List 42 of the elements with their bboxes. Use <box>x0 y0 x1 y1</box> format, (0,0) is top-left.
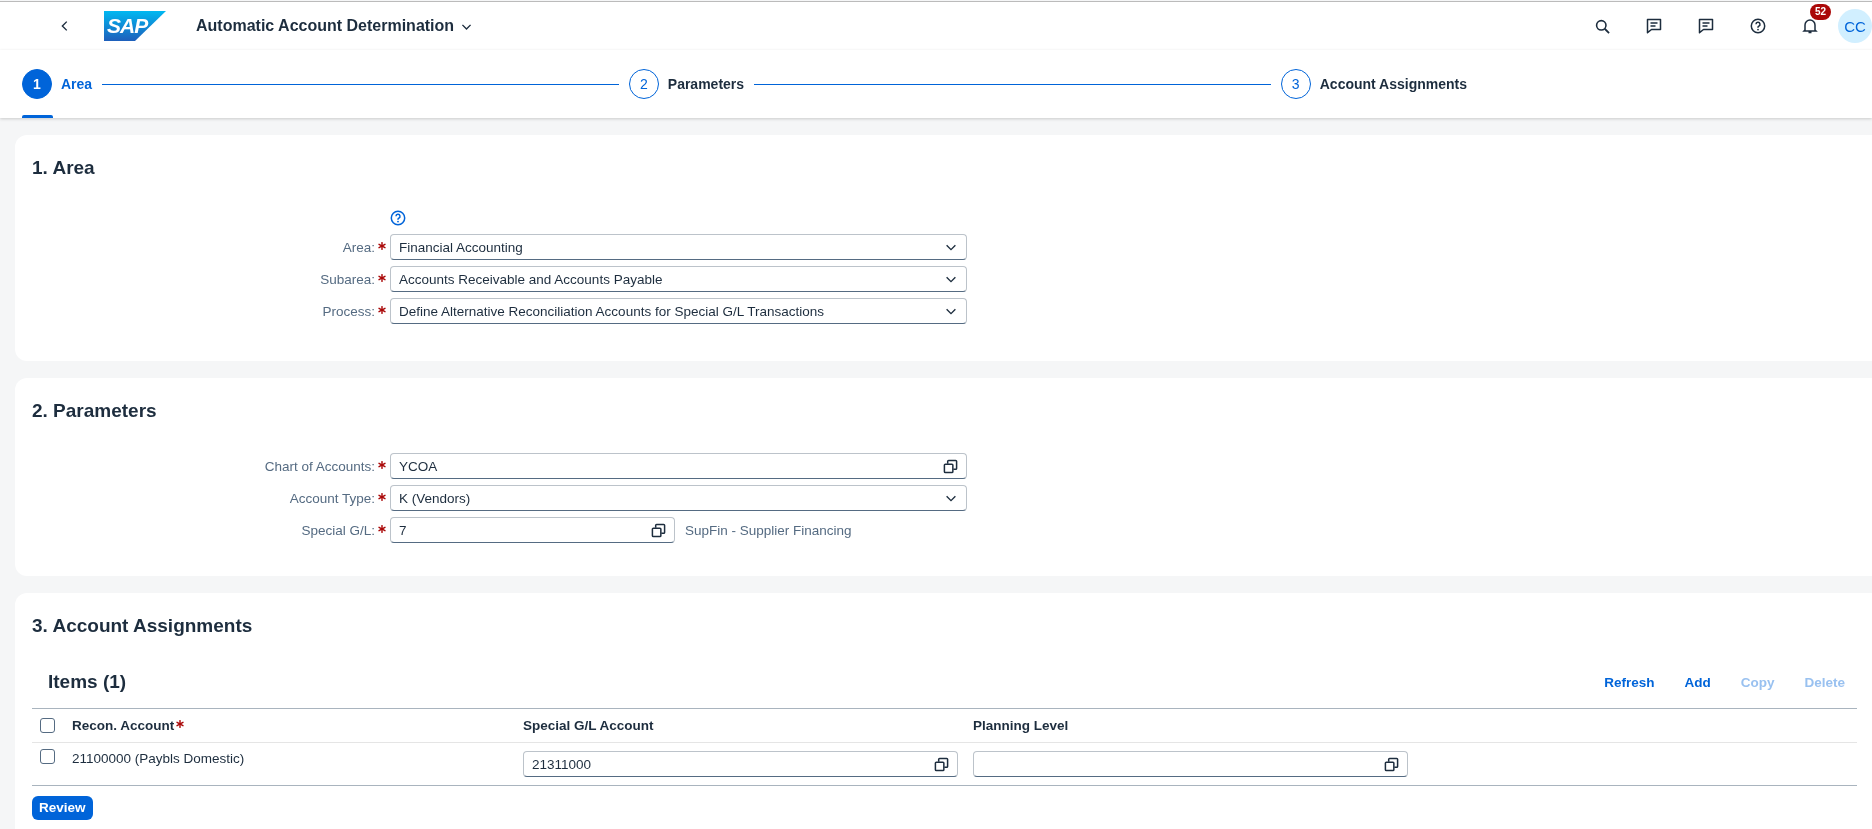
wizard-step[interactable]: 3 Account Assignments <box>1280 50 1467 118</box>
dropdown-field[interactable]: K (Vendors) <box>390 485 967 511</box>
toolbar-button[interactable]: Refresh <box>1594 674 1665 690</box>
checkbox[interactable] <box>40 749 55 764</box>
column-header: Planning Level <box>973 718 1069 733</box>
input-field[interactable]: 7 <box>390 517 675 543</box>
app-title[interactable]: Automatic Account Determination <box>196 17 455 35</box>
help-icon[interactable] <box>390 210 406 226</box>
wizard-step[interactable]: 1 Area <box>22 50 93 118</box>
company-logo[interactable]: SAP <box>104 11 166 41</box>
bell-icon <box>1802 18 1818 34</box>
field-label: Area: <box>342 239 375 255</box>
field-label: Account Type: <box>289 490 375 506</box>
field-label: Chart of Accounts: <box>264 458 375 474</box>
table-cell-text: 21100000 (Paybls Domestic) <box>72 750 245 766</box>
section-title: 1. Area <box>32 156 96 180</box>
wizard-step[interactable]: 2 Parameters <box>628 50 745 118</box>
field-label: Special G/L: <box>301 522 375 538</box>
field-label: Subarea: <box>320 271 375 287</box>
column-header: Recon. Account <box>72 718 175 733</box>
field-label: Process: <box>322 303 375 319</box>
input-field[interactable] <box>973 751 1408 777</box>
section-title: 3. Account Assignments <box>32 614 254 638</box>
dropdown-field[interactable]: Accounts Receivable and Accounts Payable <box>390 266 967 292</box>
value-help-icon[interactable] <box>934 756 949 772</box>
table-title: Items (1) <box>48 671 128 693</box>
dropdown-field[interactable]: Define Alternative Reconciliation Accounts for Special G/L Transactions <box>390 298 967 324</box>
value-help-icon[interactable] <box>943 458 958 474</box>
section-title: 2. Parameters <box>32 399 158 423</box>
column-header: Special G/L Account <box>523 718 654 733</box>
toolbar-button[interactable]: Add <box>1674 674 1721 690</box>
user-avatar[interactable]: CC <box>1838 9 1872 43</box>
input-field[interactable]: YCOA <box>390 453 967 479</box>
value-help-icon[interactable] <box>1384 756 1399 772</box>
input-field[interactable]: 21311000 <box>523 751 958 777</box>
value-help-icon[interactable] <box>651 522 666 538</box>
checkbox[interactable] <box>40 718 55 733</box>
review-button[interactable]: Review <box>32 796 93 820</box>
notification-button[interactable]: 52 <box>1784 4 1836 48</box>
dropdown-field[interactable]: Financial Accounting <box>390 234 967 260</box>
field-description: SupFin - Supplier Financing <box>685 522 852 538</box>
notification-badge: 52 <box>1810 4 1832 20</box>
